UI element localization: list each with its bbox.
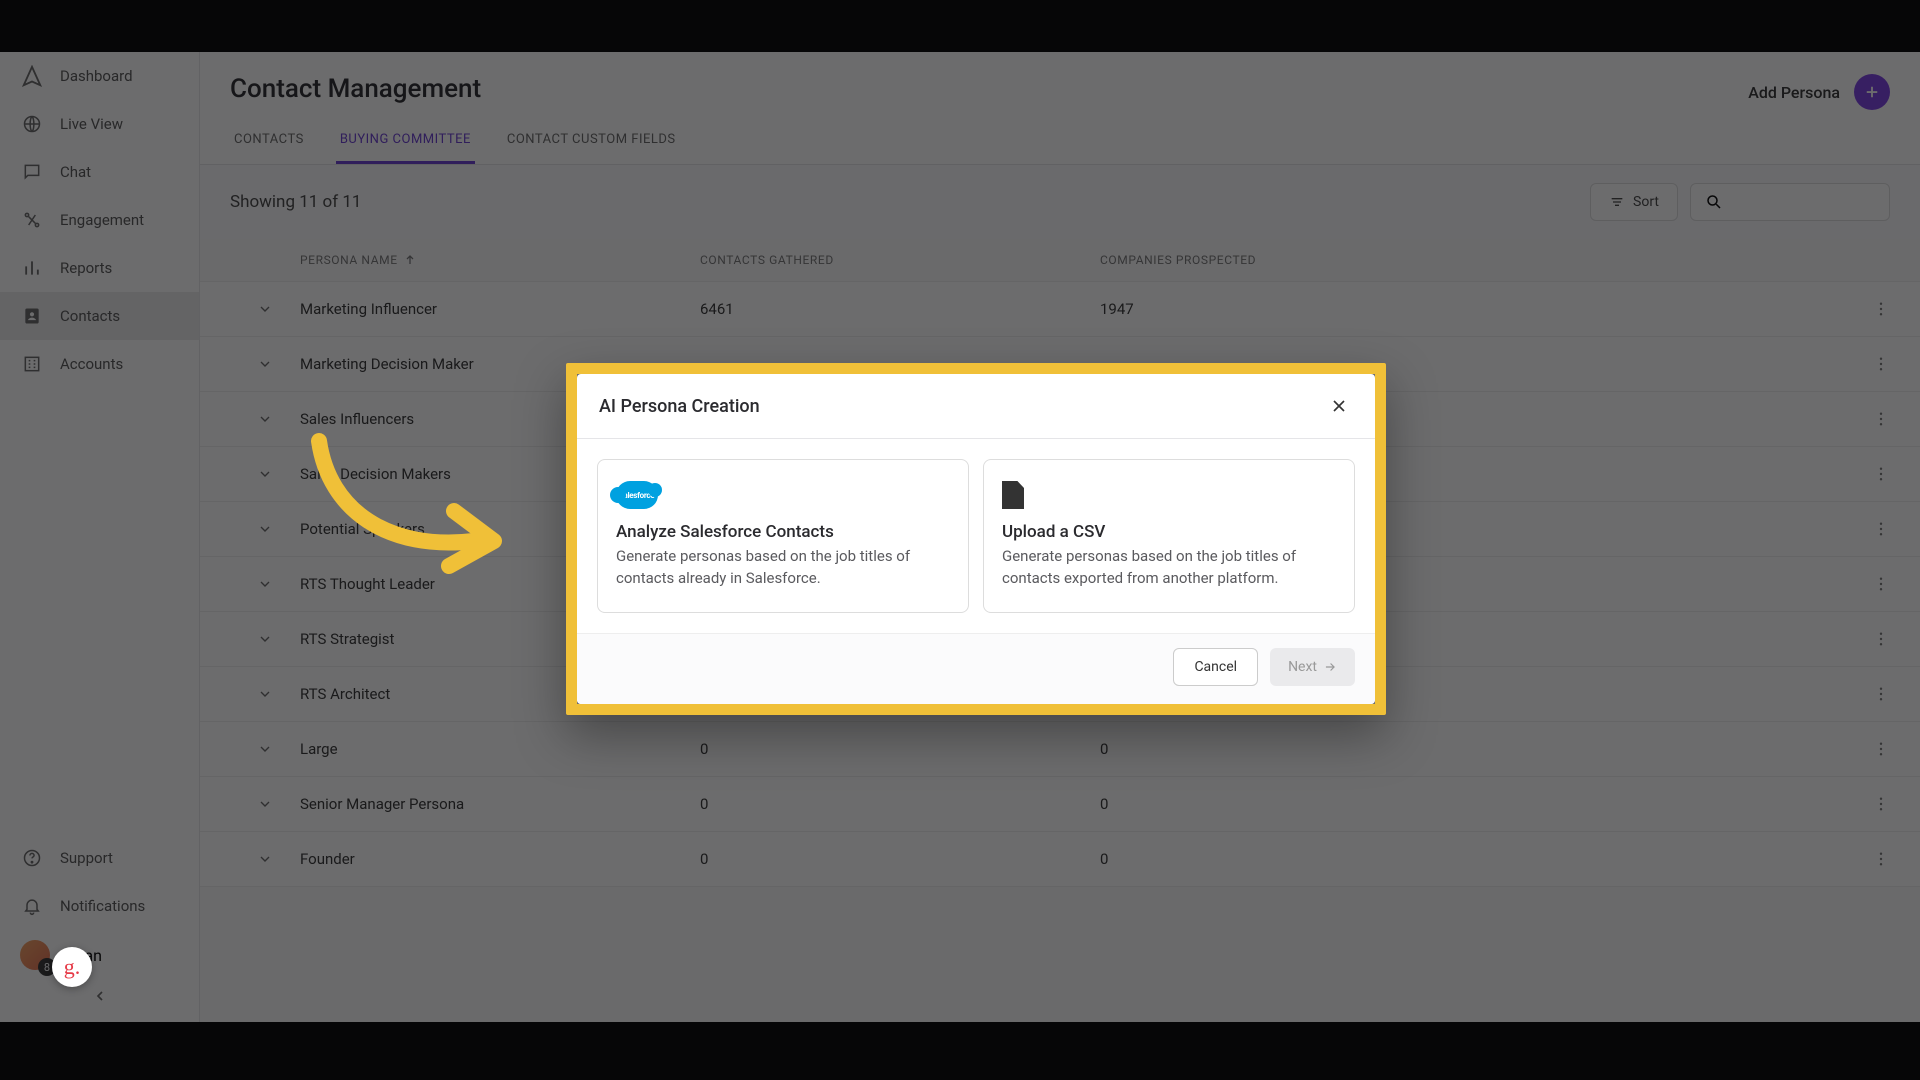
next-button[interactable]: Next — [1270, 648, 1355, 686]
modal-title: AI Persona Creation — [599, 396, 760, 417]
cancel-button[interactable]: Cancel — [1173, 648, 1258, 686]
next-label: Next — [1288, 659, 1317, 675]
annotation-highlight: AI Persona Creation salesforce Analyze S… — [566, 363, 1386, 715]
file-icon — [1002, 478, 1336, 512]
extension-indicator[interactable]: g. — [52, 947, 92, 987]
option-title: Upload a CSV — [1002, 522, 1336, 542]
option-upload-csv[interactable]: Upload a CSV Generate personas based on … — [983, 459, 1355, 613]
ai-persona-modal: AI Persona Creation salesforce Analyze S… — [577, 374, 1375, 704]
close-button[interactable] — [1325, 392, 1353, 420]
arrow-right-icon — [1323, 660, 1337, 674]
option-description: Generate personas based on the job title… — [616, 546, 950, 590]
option-salesforce[interactable]: salesforce Analyze Salesforce Contacts G… — [597, 459, 969, 613]
salesforce-icon: salesforce — [616, 478, 950, 512]
close-icon — [1329, 396, 1349, 416]
option-description: Generate personas based on the job title… — [1002, 546, 1336, 590]
option-title: Analyze Salesforce Contacts — [616, 522, 950, 542]
